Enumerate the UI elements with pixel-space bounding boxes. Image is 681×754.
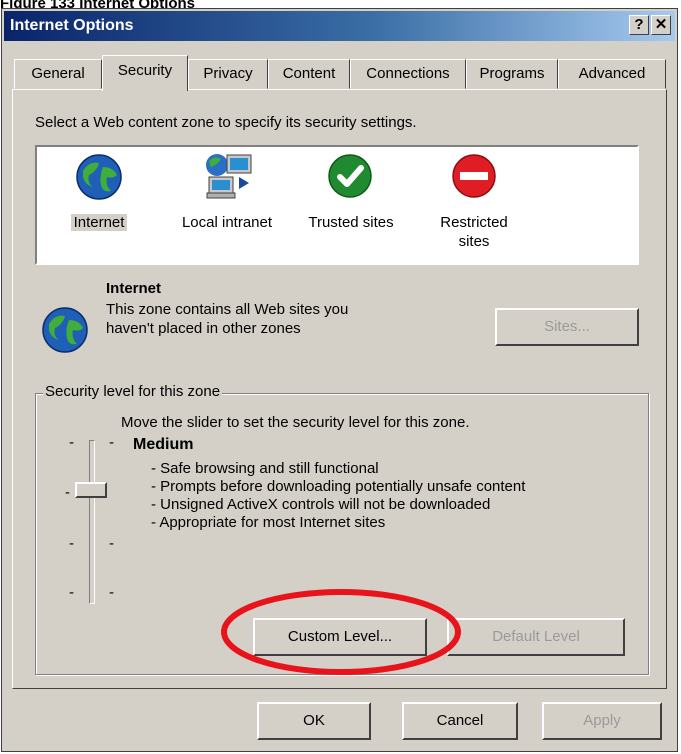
sites-button[interactable]: Sites... (495, 308, 639, 346)
selected-zone-description-line1: This zone contains all Web sites you (106, 301, 349, 318)
level-description-1: - Safe browsing and still functional (151, 460, 379, 477)
slider-tick-left: - (69, 584, 74, 601)
cancel-button[interactable]: Cancel (402, 702, 518, 740)
security-level-legend: Security level for this zone (43, 383, 223, 400)
tab-privacy[interactable]: Privacy (188, 59, 268, 89)
level-description-4: - Appropriate for most Internet sites (151, 514, 386, 531)
intranet-icon (206, 154, 252, 199)
zone-label-trusted-sites: Trusted sites (308, 214, 394, 231)
zone-instruction: Select a Web content zone to specify its… (35, 114, 417, 131)
slider-thumb[interactable] (75, 482, 107, 498)
tab-security[interactable]: Security (102, 55, 188, 91)
slider-tick-right: - (109, 584, 114, 601)
tab-general[interactable]: General (14, 59, 102, 89)
tab-connections[interactable]: Connections (350, 59, 466, 89)
slider-tick-right: - (109, 434, 114, 451)
slider-tick-left: - (69, 434, 74, 451)
restricted-icon (452, 154, 496, 198)
title-bar[interactable]: Internet Options ? ✕ (4, 11, 675, 41)
default-level-button[interactable]: Default Level (447, 618, 625, 656)
apply-button[interactable]: Apply (542, 702, 662, 740)
slider-instruction: Move the slider to set the security leve… (121, 414, 470, 431)
slider-track (89, 440, 95, 604)
zone-label-restricted-sites: Restricted sites (440, 214, 508, 250)
tab-programs[interactable]: Programs (466, 59, 558, 89)
selected-zone-name: Internet (106, 280, 162, 297)
tab-advanced[interactable]: Advanced (558, 59, 666, 89)
help-button[interactable]: ? (629, 15, 649, 35)
checkmark-icon (328, 154, 372, 198)
highlight-ellipse (221, 589, 461, 675)
selected-zone-globe-icon (42, 307, 88, 353)
slider-tick-right: - (109, 535, 114, 552)
security-level-name: Medium (133, 436, 194, 453)
globe-icon (76, 154, 122, 200)
slider-tick-left: - (65, 484, 70, 501)
selected-zone-description-line2: haven't placed in other zones (106, 320, 301, 337)
slider-tick-left: - (69, 535, 74, 552)
close-button[interactable]: ✕ (651, 15, 671, 35)
ok-button[interactable]: OK (257, 702, 371, 740)
zone-label-local-intranet: Local intranet (181, 214, 273, 231)
window-title: Internet Options (10, 17, 134, 34)
level-description-2: - Prompts before downloading potentially… (151, 478, 526, 495)
zone-list[interactable]: Internet Local intranet Trusted sites Re… (35, 145, 639, 265)
tab-content[interactable]: Content (268, 59, 350, 89)
level-description-3: - Unsigned ActiveX controls will not be … (151, 496, 491, 513)
zone-label-internet: Internet (70, 214, 128, 231)
